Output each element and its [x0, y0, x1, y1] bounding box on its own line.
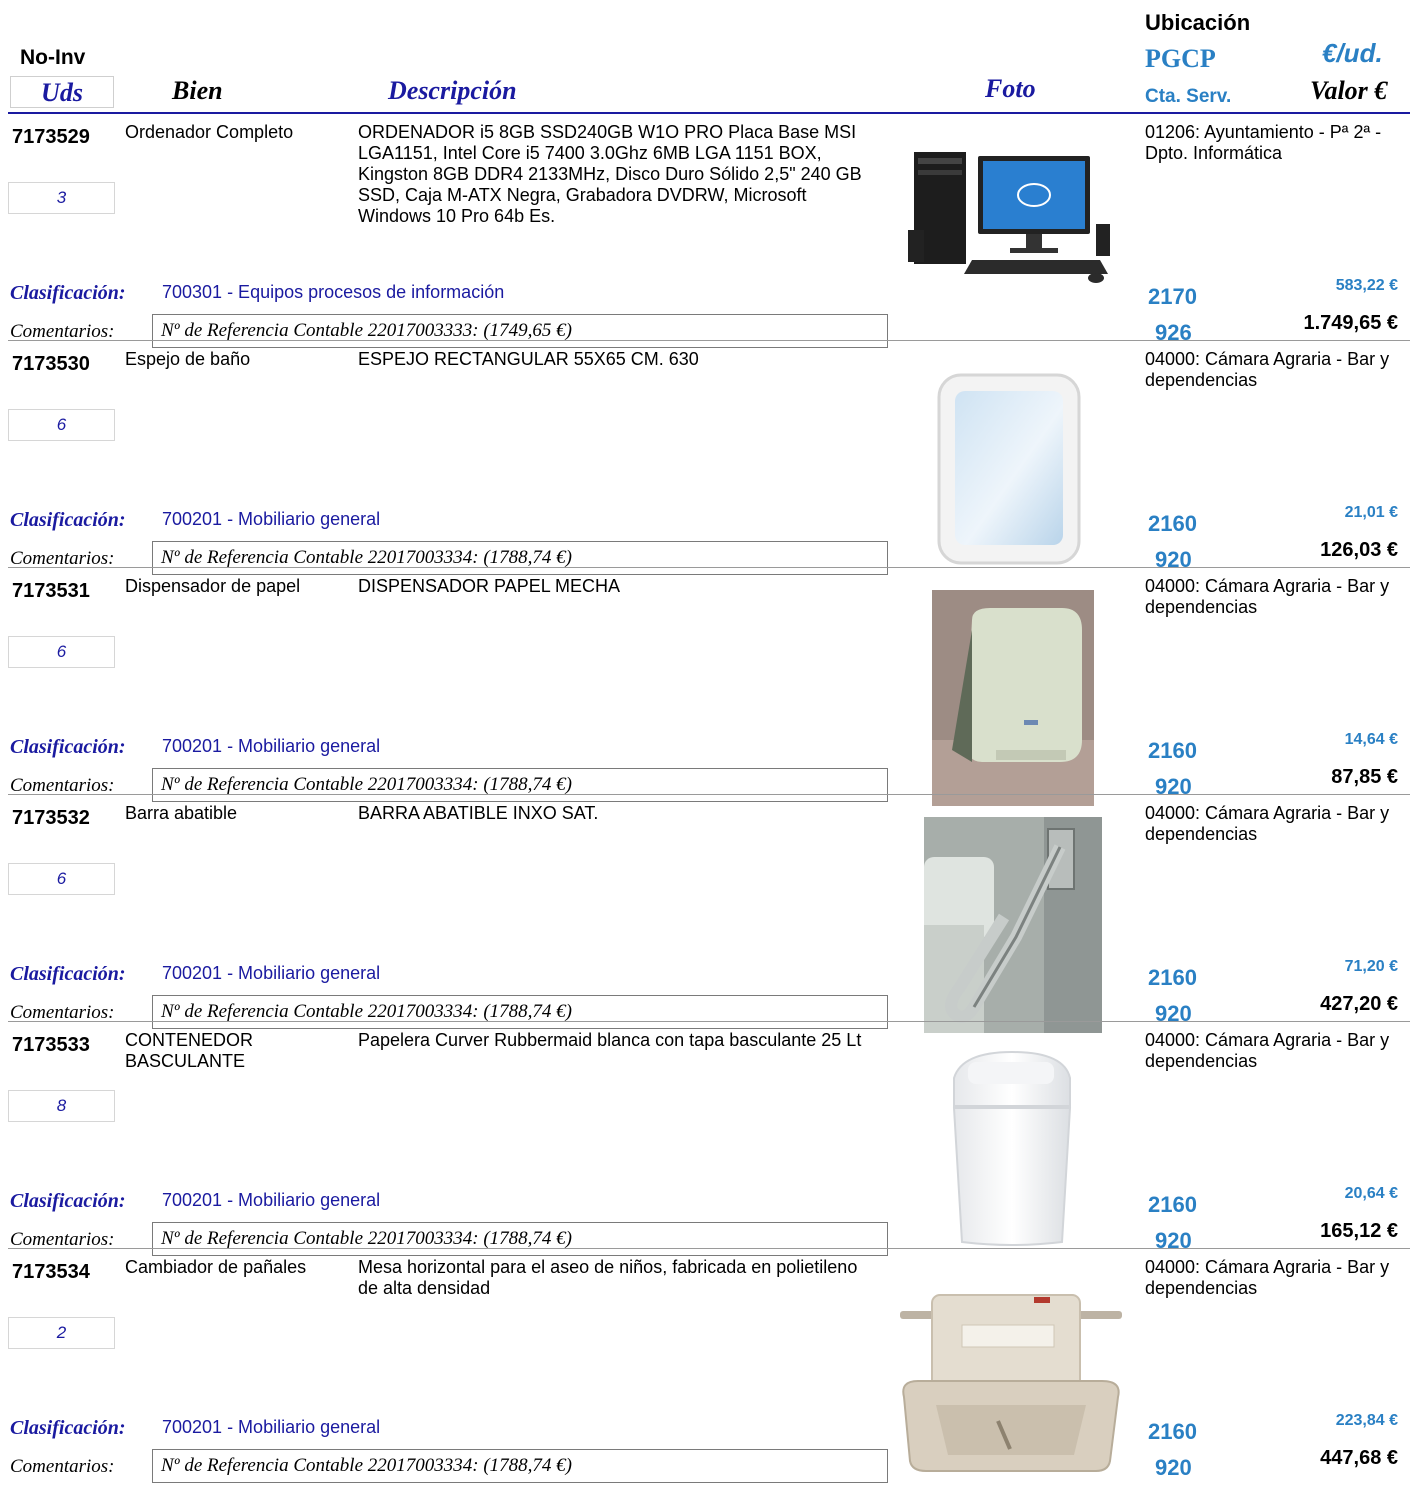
pgcp-code: 2160: [1148, 1192, 1197, 1217]
ubicacion: 04000: Cámara Agraria - Bar y dependenci…: [1145, 349, 1390, 390]
ubicacion: 04000: Cámara Agraria - Bar y dependenci…: [1145, 1030, 1390, 1071]
ubicacion: 04000: Cámara Agraria - Bar y dependenci…: [1145, 576, 1390, 617]
clasificacion-label: Clasificación:: [10, 736, 126, 758]
inv-number: 7173534: [12, 1261, 90, 1283]
inv-number: 7173530: [12, 353, 90, 375]
description: Mesa horizontal para el aseo de niños, f…: [358, 1257, 858, 1298]
bien-name: CONTENEDOR BASCULANTE: [125, 1030, 254, 1071]
grab-bar-photo: [924, 817, 1102, 1033]
bien-name: Barra abatible: [125, 803, 238, 823]
description: ESPEJO RECTANGULAR 55X65 CM. 630: [358, 349, 699, 369]
unit-price: 71,20 €: [1344, 958, 1398, 975]
header-no-inv: No-Inv: [20, 46, 86, 69]
uds-field[interactable]: 8: [8, 1090, 115, 1122]
inv-number: 7173529: [12, 126, 90, 148]
header-bien: Bien: [172, 76, 223, 105]
uds-field[interactable]: 6: [8, 409, 115, 441]
clasificacion-value: 700201 - Mobiliario general: [162, 1417, 381, 1437]
changing-table-photo: [900, 1294, 1122, 1472]
clasificacion-value: 700201 - Mobiliario general: [162, 736, 381, 756]
pgcp-code: 2170: [1148, 284, 1197, 309]
inv-number: 7173531: [12, 580, 90, 602]
mirror-photo: [937, 373, 1081, 565]
bien-name: Cambiador de pañales: [125, 1257, 307, 1277]
inventory-row: 7173530 6 Espejo de baño ESPEJO RECTANGU…: [0, 341, 1420, 575]
comentario-field[interactable]: Nº de Referencia Contable 22017003334: (…: [152, 1449, 888, 1483]
total-value: 126,03 €: [1320, 539, 1398, 561]
unit-price: 21,01 €: [1344, 504, 1398, 521]
total-value: 1.749,65 €: [1303, 312, 1398, 334]
uds-field[interactable]: 6: [8, 863, 115, 895]
computer-photo: [908, 152, 1110, 283]
header-valor: Valor €: [1310, 76, 1388, 105]
description: Papelera Curver Rubbermaid blanca con ta…: [358, 1030, 862, 1050]
clasificacion-label: Clasificación:: [10, 282, 126, 304]
header-foto: Foto: [985, 74, 1036, 103]
header-eur-ud: €/ud.: [1322, 38, 1383, 68]
paper-dispenser-photo: [932, 590, 1094, 806]
uds-field[interactable]: 3: [8, 182, 115, 214]
inventory-row: 7173529 3 Ordenador Completo ORDENADOR i…: [0, 114, 1420, 348]
ubicacion: 04000: Cámara Agraria - Bar y dependenci…: [1145, 1257, 1390, 1298]
bin-photo: [952, 1050, 1072, 1246]
pgcp-code: 2160: [1148, 511, 1197, 536]
clasificacion-value: 700301 - Equipos procesos de información: [162, 282, 505, 302]
ubicacion: 04000: Cámara Agraria - Bar y dependenci…: [1145, 803, 1390, 844]
header-cta-serv: Cta. Serv.: [1145, 86, 1232, 107]
total-value: 447,68 €: [1320, 1447, 1398, 1469]
unit-price: 20,64 €: [1344, 1185, 1398, 1202]
total-value: 165,12 €: [1320, 1220, 1398, 1242]
pgcp-code: 2160: [1148, 1419, 1197, 1444]
cta-serv-code: 920: [1155, 1455, 1192, 1480]
pgcp-code: 2160: [1148, 965, 1197, 990]
comentarios-label: Comentarios:: [10, 1456, 115, 1477]
uds-field[interactable]: 6: [8, 636, 115, 668]
uds-field[interactable]: 2: [8, 1317, 115, 1349]
header-descripcion: Descripción: [388, 76, 517, 105]
unit-price: 14,64 €: [1344, 731, 1398, 748]
unit-price: 223,84 €: [1335, 1412, 1398, 1429]
header-ubicacion: Ubicación: [1145, 10, 1251, 35]
inventory-row: 7173531 6 Dispensador de papel DISPENSAD…: [0, 568, 1420, 806]
description: ORDENADOR i5 8GB SSD240GB W1O PRO Placa …: [358, 122, 862, 226]
inventory-row: 7173532 6 Barra abatible BARRA ABATIBLE …: [0, 795, 1420, 1033]
total-value: 427,20 €: [1320, 993, 1398, 1015]
clasificacion-label: Clasificación:: [10, 509, 126, 531]
pgcp-code: 2160: [1148, 738, 1197, 763]
unit-price: 583,22 €: [1335, 277, 1398, 294]
inventory-row: 7173534 2 Cambiador de pañales Mesa hori…: [0, 1249, 1420, 1483]
total-value: 87,85 €: [1331, 766, 1398, 788]
bien-name: Dispensador de papel: [125, 576, 301, 596]
clasificacion-value: 700201 - Mobiliario general: [162, 1190, 381, 1210]
bien-name: Ordenador Completo: [125, 122, 294, 142]
description: BARRA ABATIBLE INXO SAT.: [358, 803, 599, 823]
clasificacion-value: 700201 - Mobiliario general: [162, 509, 381, 529]
inv-number: 7173533: [12, 1034, 90, 1056]
description: DISPENSADOR PAPEL MECHA: [358, 576, 621, 596]
inv-number: 7173532: [12, 807, 90, 829]
clasificacion-label: Clasificación:: [10, 963, 126, 985]
clasificacion-label: Clasificación:: [10, 1190, 126, 1212]
clasificacion-label: Clasificación:: [10, 1417, 126, 1439]
header-uds: Uds: [10, 76, 114, 108]
ubicacion: 01206: Ayuntamiento - Pª 2ª - Dpto. Info…: [1145, 122, 1382, 163]
inventory-row: 7173533 8 CONTENEDOR BASCULANTE Papelera…: [0, 1022, 1420, 1256]
clasificacion-value: 700201 - Mobiliario general: [162, 963, 381, 983]
bien-name: Espejo de baño: [125, 349, 251, 369]
header-pgcp: PGCP: [1145, 44, 1216, 73]
